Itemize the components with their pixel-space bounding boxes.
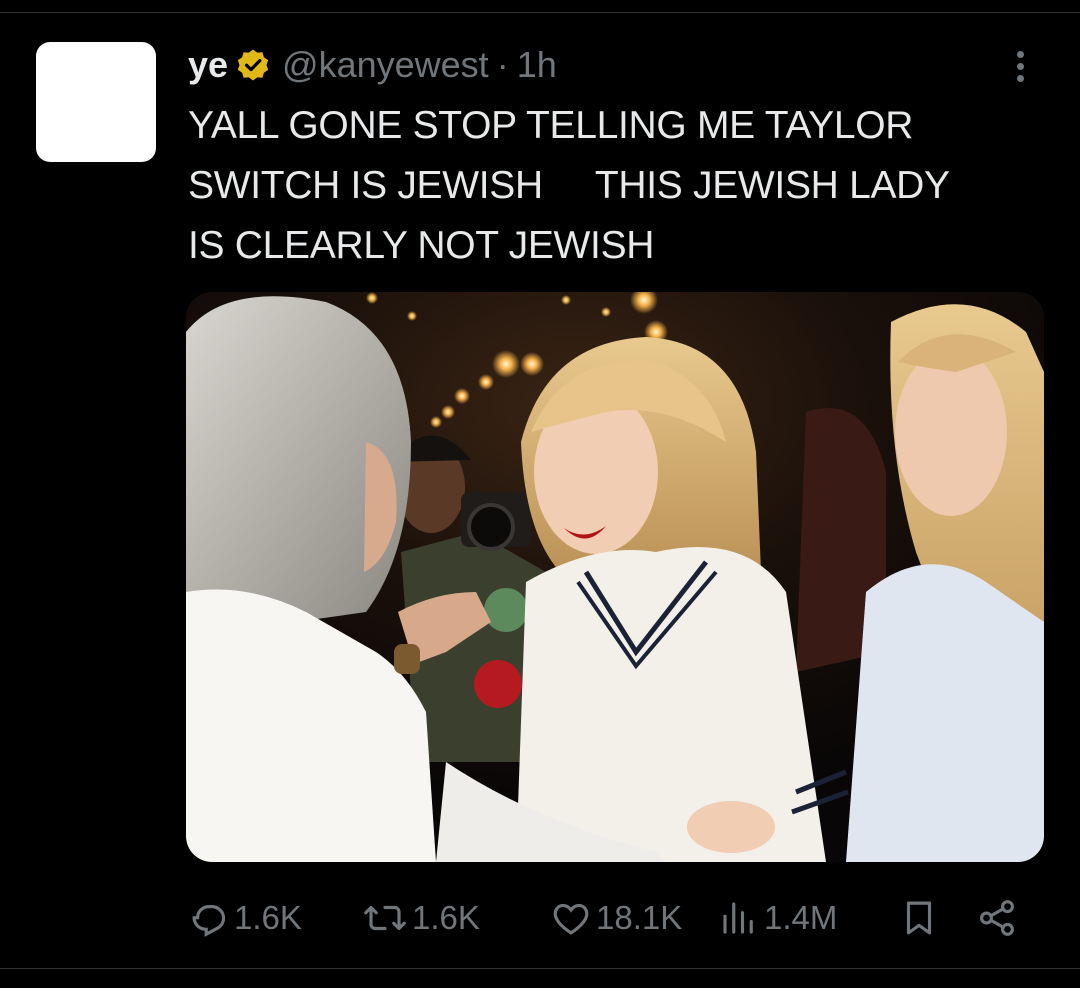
bottom-divider [0, 968, 1080, 969]
share-button[interactable] [976, 890, 1018, 946]
verified-badge-icon [236, 48, 270, 82]
repost-button[interactable]: 1.6K [362, 890, 480, 946]
tweet-text: YALL GONE STOP TELLING ME TAYLOR SWITCH … [188, 104, 950, 267]
action-bar: 1.6K 1.6K 18.1K 1.4M [186, 890, 1036, 946]
separator-dot: · [496, 44, 509, 85]
tweet-header: ye @kanyewest · 1h [188, 40, 557, 90]
reply-button[interactable]: 1.6K [188, 890, 302, 946]
top-divider [0, 12, 1080, 13]
reply-icon [188, 897, 230, 939]
bookmark-icon [898, 897, 940, 939]
views-button[interactable]: 1.4M [718, 890, 837, 946]
views-icon [718, 897, 760, 939]
timestamp[interactable]: 1h [517, 44, 557, 86]
tweet-media-photo[interactable] [186, 292, 1044, 862]
repost-count: 1.6K [412, 899, 480, 936]
views-count: 1.4M [764, 899, 838, 936]
reply-count: 1.6K [234, 899, 302, 936]
repost-icon [362, 897, 408, 939]
like-button[interactable]: 18.1K [550, 890, 682, 946]
more-icon[interactable] [1004, 44, 1036, 88]
like-icon [550, 897, 592, 939]
avatar[interactable] [36, 42, 156, 162]
user-handle[interactable]: @kanyewest [282, 44, 489, 86]
like-count: 18.1K [596, 899, 683, 936]
display-name[interactable]: ye [188, 44, 228, 86]
share-icon [976, 897, 1018, 939]
bookmark-button[interactable] [898, 890, 940, 946]
